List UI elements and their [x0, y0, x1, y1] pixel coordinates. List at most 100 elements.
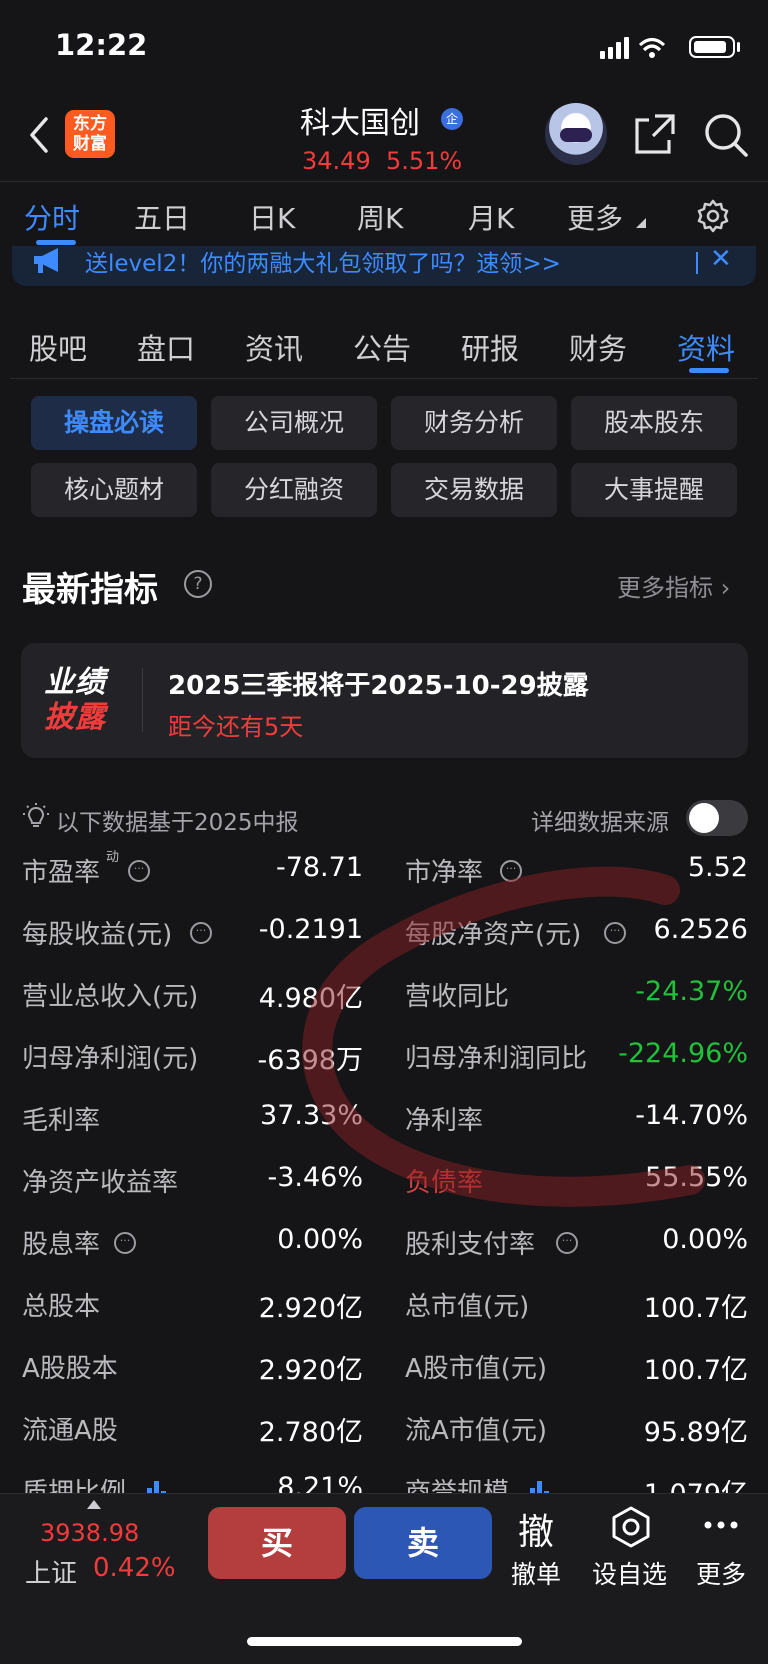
logo-line1: 东方 — [73, 114, 107, 134]
more-label[interactable]: 更多 — [696, 1555, 746, 1591]
disclosure-title: 2025三季报将于2025-10-29披露 — [168, 671, 589, 701]
metric-label: 每股收益(元) — [22, 920, 173, 950]
metric-label: A股市值(元) — [405, 1354, 548, 1384]
metric-label: 流通A股 — [22, 1416, 118, 1446]
metric-label: 负债率 — [405, 1168, 484, 1198]
metric-label: 总市值(元) — [405, 1292, 530, 1322]
tab-finance[interactable]: 财务 — [569, 326, 627, 368]
battery-icon — [689, 36, 735, 58]
stock-name: 科大国创 — [300, 106, 420, 141]
banner-text[interactable]: 送level2！你的两融大礼包领取了吗？速领>> — [85, 244, 561, 278]
metric-value: 37.33% — [260, 1100, 363, 1131]
enterprise-badge: 企 — [441, 108, 463, 130]
index-name[interactable]: 上证 — [25, 1553, 77, 1590]
tab-daily-k[interactable]: 日K — [249, 197, 295, 237]
lightbulb-icon — [23, 803, 49, 827]
status-time: 12:22 — [55, 28, 148, 62]
metric-label: 净资产收益率 — [22, 1168, 179, 1198]
metric-value: -224.96% — [618, 1038, 748, 1069]
metric-value: -3.46% — [267, 1162, 363, 1193]
metric-value: 2.920亿 — [258, 1355, 363, 1386]
cancel-order-icon[interactable]: 撤 — [518, 1503, 554, 1555]
badge-line1: 业绩 — [44, 665, 106, 700]
index-change[interactable]: 0.42% — [93, 1553, 176, 1583]
disclosure-badge: 业绩 披露 — [44, 665, 120, 735]
index-up-arrow-icon — [87, 1500, 101, 1509]
info-dots-icon[interactable]: ··· — [500, 860, 522, 882]
tab-more[interactable]: 更多 — [567, 197, 623, 237]
info-dots-icon[interactable]: ··· — [114, 1232, 136, 1254]
chip-dividends[interactable]: 分红融资 — [211, 463, 377, 517]
chip-shareholders[interactable]: 股本股东 — [571, 396, 737, 450]
data-basis-note: 以下数据基于2025中报 — [56, 810, 299, 836]
add-watchlist-label[interactable]: 设自选 — [592, 1555, 667, 1591]
metric-value: 100.7亿 — [643, 1293, 748, 1324]
more-caret-icon — [636, 218, 646, 228]
watchlist-hexagon-icon[interactable] — [609, 1505, 653, 1549]
metric-label: 总股本 — [22, 1292, 101, 1322]
metric-label: 毛利率 — [22, 1106, 101, 1136]
metric-value: 0.00% — [662, 1224, 748, 1255]
tab-announcements[interactable]: 公告 — [353, 326, 411, 368]
back-icon[interactable] — [28, 117, 50, 153]
battery-tip — [737, 42, 740, 52]
metric-value: 2.780亿 — [258, 1417, 363, 1448]
sell-button[interactable]: 卖 — [354, 1507, 492, 1579]
info-dots-icon[interactable]: ··· — [604, 922, 626, 944]
more-dots-icon[interactable] — [703, 1520, 739, 1530]
info-dots-icon[interactable]: ··· — [190, 922, 212, 944]
stock-price: 34.49 5.51% — [302, 147, 462, 175]
metric-value: 5.52 — [687, 852, 748, 883]
chip-financial-analysis[interactable]: 财务分析 — [391, 396, 557, 450]
metric-value: 6.2526 — [653, 914, 748, 945]
tab-profile[interactable]: 资料 — [677, 326, 735, 368]
metric-label: 市净率 — [405, 858, 484, 888]
disclosure-countdown: 距今还有5天 — [168, 713, 304, 741]
more-indicators-link[interactable]: 更多指标 › — [617, 568, 730, 603]
tab-weekly-k[interactable]: 周K — [357, 197, 403, 237]
metric-value: 95.89亿 — [643, 1417, 748, 1448]
search-icon[interactable] — [703, 112, 749, 158]
banner-close-icon[interactable]: ✕ — [710, 244, 732, 274]
metric-value: 0.00% — [277, 1224, 363, 1255]
metric-superscript: 动 — [106, 850, 120, 865]
section-title: 最新指标 — [22, 570, 158, 610]
buy-button[interactable]: 买 — [208, 1507, 346, 1579]
metric-value: -78.71 — [275, 852, 363, 883]
help-icon[interactable]: ? — [184, 570, 212, 598]
header-divider — [0, 181, 768, 182]
megaphone-icon — [34, 248, 58, 273]
app-logo[interactable]: 东方 财富 — [65, 110, 115, 158]
tab-intraday[interactable]: 分时 — [24, 197, 80, 237]
chip-core-themes[interactable]: 核心题材 — [31, 463, 197, 517]
share-icon[interactable] — [633, 112, 677, 156]
chip-events[interactable]: 大事提醒 — [571, 463, 737, 517]
toggle-knob — [689, 803, 719, 833]
price-value: 34.49 — [302, 147, 371, 175]
metric-value: 2.920亿 — [258, 1293, 363, 1324]
chip-trading-data[interactable]: 交易数据 — [391, 463, 557, 517]
status-icons — [600, 37, 666, 59]
tab-monthly-k[interactable]: 月K — [468, 197, 514, 237]
metric-label: 股利支付率 — [405, 1230, 536, 1260]
tab-five-day[interactable]: 五日 — [134, 197, 190, 237]
index-value[interactable]: 3938.98 — [40, 1519, 139, 1547]
info-dots-icon[interactable]: ··· — [556, 1232, 578, 1254]
chip-company-overview[interactable]: 公司概况 — [211, 396, 377, 450]
price-change: 5.51% — [385, 147, 463, 175]
info-dots-icon[interactable]: ··· — [128, 860, 150, 882]
cancel-order-label[interactable]: 撤单 — [511, 1555, 561, 1591]
subtab-underline — [689, 368, 729, 373]
settings-gear-icon[interactable] — [695, 198, 731, 234]
subtab-divider — [10, 378, 758, 379]
tab-forum[interactable]: 股吧 — [29, 326, 87, 368]
badge-line2: 披露 — [44, 700, 106, 735]
tab-order-book[interactable]: 盘口 — [137, 326, 195, 368]
tab-research[interactable]: 研报 — [461, 326, 519, 368]
banner-divider — [696, 252, 698, 274]
metric-label: 营收同比 — [405, 982, 510, 1012]
metric-label: A股股本 — [22, 1354, 118, 1384]
metric-value: 4.980亿 — [258, 983, 363, 1014]
tab-news[interactable]: 资讯 — [245, 326, 303, 368]
chip-must-read[interactable]: 操盘必读 — [31, 396, 197, 450]
